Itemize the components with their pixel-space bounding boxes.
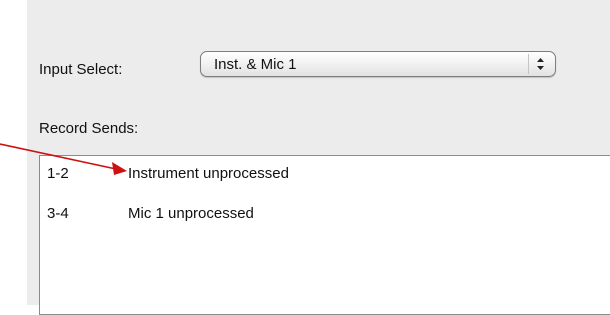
list-item[interactable]: 3-4 Mic 1 unprocessed xyxy=(40,201,610,225)
input-select-label: Input Select: xyxy=(39,61,123,78)
channel-pair: 3-4 xyxy=(47,205,69,222)
send-name: Mic 1 unprocessed xyxy=(128,205,254,222)
send-name: Instrument unprocessed xyxy=(128,165,289,182)
input-select-value: Inst. & Mic 1 xyxy=(214,56,297,73)
record-sends-list[interactable]: 1-2 Instrument unprocessed 3-4 Mic 1 unp… xyxy=(39,155,610,315)
popup-divider xyxy=(528,54,529,74)
channel-pair: 1-2 xyxy=(47,165,69,182)
list-item[interactable]: 1-2 Instrument unprocessed xyxy=(40,161,610,185)
record-sends-label: Record Sends: xyxy=(39,120,139,137)
input-select-popup[interactable]: Inst. & Mic 1 xyxy=(200,51,556,77)
up-down-arrows-icon xyxy=(537,58,544,70)
